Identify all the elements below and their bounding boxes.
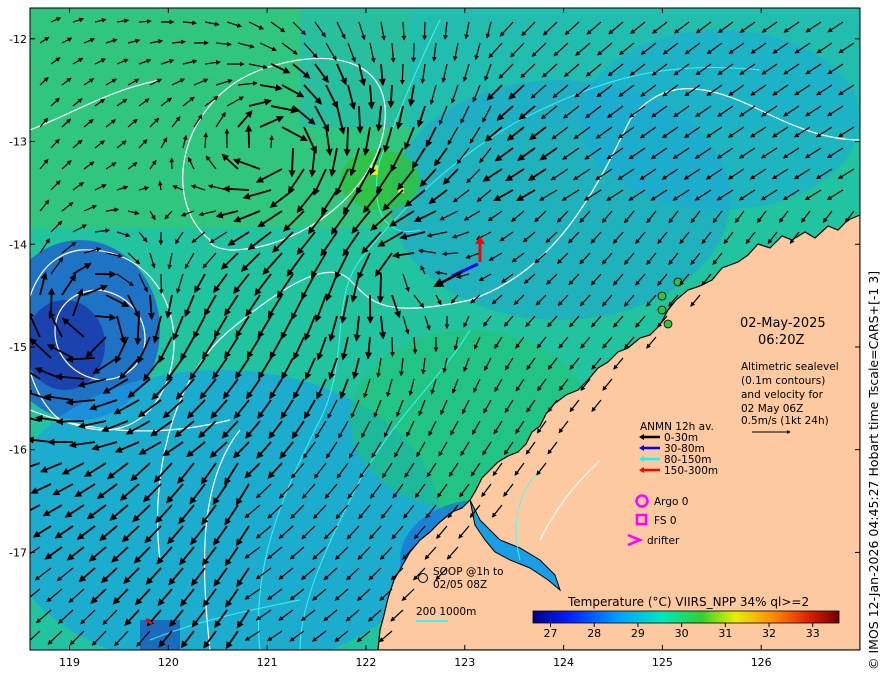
velocity-arrow [390,336,395,357]
lat-tick-label: -14 [9,238,27,251]
drifter-label: drifter [647,535,680,547]
credit-text: © IMOS 12-Jan-2026 04:45:27 Hobart time … [866,270,880,670]
lat-tick-label: -17 [9,546,27,559]
lat-tick-label: -16 [9,444,27,457]
velocity-arrow [55,418,85,426]
velocity-arrow [411,42,416,63]
lon-tick-label: 124 [553,656,574,669]
velocity-arrow [269,135,274,149]
lat-tick-label: -12 [9,33,27,46]
colorbar-title: Temperature (°C) VIIRS_NPP 34% ql>=2 [567,595,809,609]
lon-tick-label: 120 [158,656,179,669]
lat-tick-label: -13 [9,136,27,149]
colorbar-tick-label: 30 [675,627,689,640]
lon-tick-label: 126 [751,656,772,669]
date-label: 02-May-2025 [740,316,826,331]
velocity-arrow [376,273,384,304]
lon-tick-label: 122 [355,656,376,669]
isobath-label: 200 1000m [416,606,476,618]
lon-tick-label: 123 [454,656,475,669]
colorbar-tick-label: 27 [543,627,557,640]
altimetry-note-line: 0.5m/s (1kt 24h) [741,415,829,427]
velocity-arrow [356,105,364,134]
velocity-arrow [343,126,351,157]
colorbar-tick-label: 31 [718,627,732,640]
colorbar-ramp [532,610,840,624]
argo-label: Argo 0 [654,496,688,508]
sst-map: 119 120 121 122 123 124 125 126 -12 -13 -14 -15 -16 -… [9,7,861,669]
lon-tick-label: 119 [59,656,80,669]
colorbar-tick-label: 33 [806,627,820,640]
altimetry-note-line: and velocity for [741,389,824,401]
colorbar-tick-label: 29 [631,627,645,640]
velocity-arrow [399,63,405,85]
altimetry-note-line: 02 May 06Z [741,403,803,415]
lon-tick-label: 121 [257,656,278,669]
time-label: 06:20Z [758,333,804,348]
lat-tick-label: -15 [9,341,27,354]
velocity-arrow [47,287,56,317]
anmn-depth-label: 150-300m [664,465,718,477]
lon-tick-label: 125 [652,656,673,669]
soop-line: SOOP @1h to [433,566,504,578]
altimetry-note-line: (0.1m contours) [741,375,825,387]
colorbar-tick-label: 32 [762,627,776,640]
velocity-arrow [288,147,296,178]
soop-line: 02/05 08Z [433,579,487,591]
velocity-arrow [422,21,427,41]
colorbar-tick-label: 28 [587,627,601,640]
altimetry-note-line: Altimetric sealevel [741,361,839,373]
fs-label: FS 0 [654,515,677,527]
